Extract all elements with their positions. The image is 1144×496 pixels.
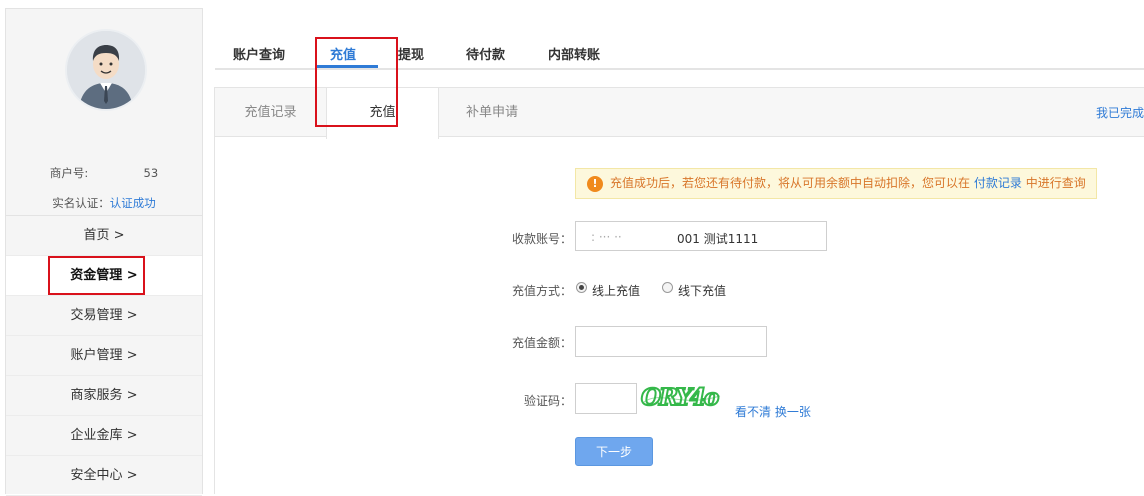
sidebar: 商户号: 53 实名认证：认证成功 首页 > 资金管理 > 交易管理 > 账户管…	[5, 8, 203, 496]
captcha-text: ORY4o	[641, 384, 719, 411]
captcha-input[interactable]	[575, 383, 637, 414]
amount-label: 充值金额：	[511, 336, 572, 350]
sidebar-nav: 首页 > 资金管理 > 交易管理 > 账户管理 > 商家服务 > 企业金库 > …	[6, 215, 202, 496]
notice-text-after: 中进行查询	[1025, 176, 1086, 190]
subtab-recharge-records[interactable]: 充值记录	[215, 88, 326, 138]
payment-records-link[interactable]: 付款记录	[974, 176, 1022, 190]
sidebar-item-transactions[interactable]: 交易管理 >	[6, 296, 202, 336]
sidebar-item-merchant-services[interactable]: 商家服务 >	[6, 376, 202, 416]
notice-banner: ! 充值成功后，若您还有待付款，将从可用余额中自动扣除，您可以在 付款记录 中进…	[575, 168, 1097, 199]
notice-text: 充值成功后，若您还有待付款，将从可用余额中自动扣除，您可以在 付款记录 中进行查…	[610, 169, 1086, 198]
method-label: 充值方式：	[511, 284, 572, 298]
sub-tab-bar: 充值记录 充值 补单申请 我已完成	[214, 87, 1144, 139]
verify-status-link[interactable]: 认证成功	[110, 196, 156, 210]
tab-recharge[interactable]: 充值	[330, 44, 356, 63]
tab-withdraw[interactable]: 提现	[398, 44, 424, 63]
radio-online-label: 线上充值	[592, 284, 641, 298]
completed-link[interactable]: 我已完成	[1096, 88, 1144, 138]
radio-offline-label: 线下充值	[678, 284, 727, 298]
sidebar-item-security[interactable]: 安全中心 >	[6, 456, 202, 496]
account-mask: : ··· ··	[591, 230, 622, 244]
radio-offline[interactable]	[662, 282, 673, 293]
sidebar-item-home[interactable]: 首页 >	[6, 216, 202, 256]
active-tab-underline	[316, 65, 378, 68]
merchant-label: 商户号:	[49, 166, 89, 180]
subtab-recharge[interactable]: 充值	[326, 88, 439, 139]
top-tab-bar: 账户查询 充值 提现 待付款 内部转账	[215, 38, 1144, 70]
avatar	[65, 29, 147, 111]
account-field[interactable]: : ··· ·· 001 测试1111	[575, 221, 827, 251]
sidebar-item-accounts[interactable]: 账户管理 >	[6, 336, 202, 376]
next-step-button[interactable]: 下一步	[575, 437, 653, 466]
account-value: 001 测试1111	[677, 232, 759, 246]
sidebar-item-enterprise-vault[interactable]: 企业金库 >	[6, 416, 202, 456]
tab-account-query[interactable]: 账户查询	[233, 44, 285, 63]
tab-internal-transfer[interactable]: 内部转账	[548, 44, 600, 63]
captcha-image[interactable]: ORY4o	[640, 382, 730, 412]
verify-label: 实名认证：	[52, 196, 110, 210]
exclamation-icon: !	[587, 176, 603, 192]
captcha-label: 验证码：	[523, 394, 572, 408]
merchant-number: 商户号: 53	[6, 165, 202, 181]
tab-pending-payment[interactable]: 待付款	[466, 44, 505, 63]
account-label: 收款账号：	[511, 232, 572, 246]
refresh-captcha-link[interactable]: 看不清 换一张	[735, 403, 811, 420]
radio-online[interactable]	[576, 282, 587, 293]
user-avatar-icon	[67, 31, 145, 109]
amount-input[interactable]	[575, 326, 767, 357]
subtab-supplement-request[interactable]: 补单申请	[437, 88, 547, 138]
sidebar-item-funds[interactable]: 资金管理 >	[6, 256, 202, 296]
notice-text-before: 充值成功后，若您还有待付款，将从可用余额中自动扣除，您可以在	[610, 176, 971, 190]
merchant-value: 53	[143, 166, 159, 180]
verification-status: 实名认证：认证成功	[6, 195, 202, 211]
captcha-graphic: ORY4o	[640, 383, 722, 412]
content-left-border	[214, 137, 215, 494]
